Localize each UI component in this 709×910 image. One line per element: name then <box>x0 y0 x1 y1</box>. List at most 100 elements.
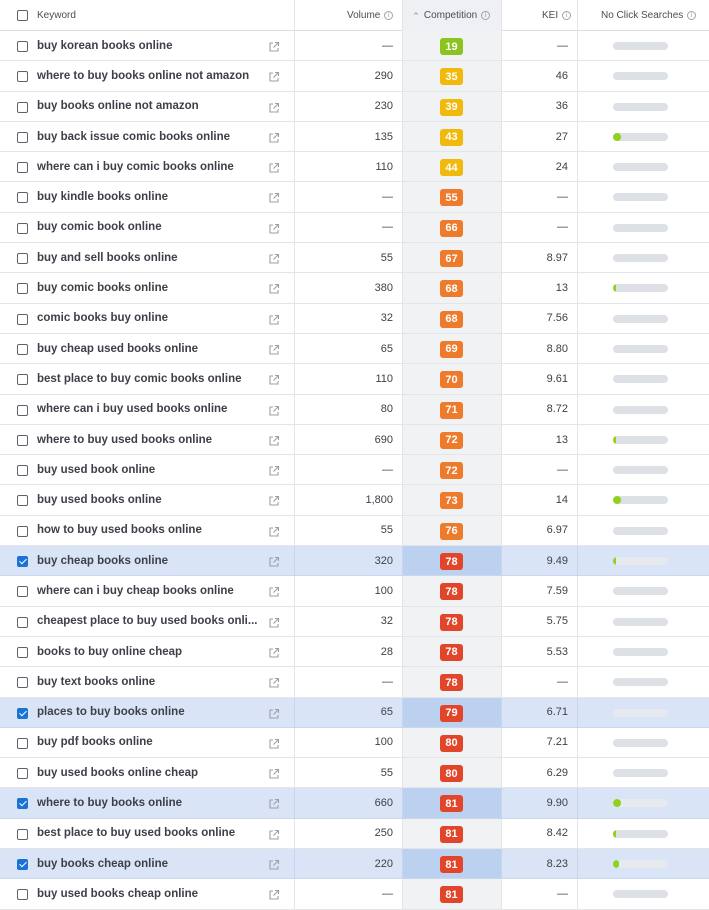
row-checkbox[interactable] <box>17 768 28 780</box>
keyword-text[interactable]: buy used books online cheap <box>37 758 265 787</box>
keyword-text[interactable]: buy text books online <box>37 667 265 696</box>
table-row[interactable]: buy used books online 1,800 73 14 <box>0 485 709 516</box>
keyword-text[interactable]: buy and sell books online <box>37 243 265 272</box>
info-icon[interactable]: i <box>562 11 572 20</box>
keyword-text[interactable]: buy used book online <box>37 455 265 484</box>
keyword-text[interactable]: where can i buy comic books online <box>37 152 265 181</box>
table-row[interactable]: buy text books online — 78 — <box>0 667 709 698</box>
keyword-text[interactable]: buy books cheap online <box>37 849 265 878</box>
external-link-icon[interactable] <box>268 464 280 476</box>
row-checkbox[interactable] <box>17 313 28 325</box>
keyword-text[interactable]: cheapest place to buy used books onli... <box>37 607 265 636</box>
select-all-checkbox[interactable] <box>17 10 28 21</box>
row-checkbox[interactable] <box>17 162 28 174</box>
external-link-icon[interactable] <box>268 676 280 688</box>
row-checkbox[interactable] <box>17 41 28 52</box>
external-link-icon[interactable] <box>268 494 280 507</box>
keyword-text[interactable]: buy kindle books online <box>37 182 265 211</box>
external-link-icon[interactable] <box>268 434 280 446</box>
info-icon[interactable]: i <box>481 11 491 20</box>
keyword-text[interactable]: buy books online not amazon <box>37 92 265 121</box>
row-checkbox[interactable] <box>17 434 28 446</box>
keyword-text[interactable]: buy comic books online <box>37 273 265 302</box>
row-checkbox[interactable] <box>17 101 28 113</box>
row-checkbox[interactable] <box>17 859 28 871</box>
external-link-icon[interactable] <box>268 161 280 173</box>
info-icon[interactable]: i <box>687 11 697 20</box>
kei-column-header[interactable]: KEI i <box>542 0 572 31</box>
keyword-text[interactable]: buy cheap books online <box>37 546 265 575</box>
info-icon[interactable]: i <box>384 11 394 20</box>
row-checkbox[interactable] <box>17 616 28 628</box>
keyword-text[interactable]: where to buy books online not amazon <box>37 61 265 90</box>
keyword-text[interactable]: places to buy books online <box>37 698 265 727</box>
table-row[interactable]: buy used books cheap online — 81 — <box>0 879 709 910</box>
keyword-text[interactable]: where can i buy used books online <box>37 395 265 424</box>
external-link-icon[interactable] <box>268 343 280 355</box>
table-row[interactable]: where can i buy cheap books online 100 78 7… <box>0 576 709 607</box>
row-checkbox[interactable] <box>17 646 28 658</box>
row-checkbox[interactable] <box>17 556 28 568</box>
table-row[interactable]: where can i buy comic books online 110 44 2… <box>0 152 709 183</box>
external-link-icon[interactable] <box>268 40 280 52</box>
row-checkbox[interactable] <box>17 889 28 901</box>
table-row[interactable]: how to buy used books online 55 76 6.97 <box>0 515 709 547</box>
table-row[interactable]: buy pdf books online 100 80 7.21 <box>0 727 709 759</box>
keyword-text[interactable]: comic books buy online <box>37 304 265 333</box>
keyword-text[interactable]: buy cheap used books online <box>37 334 265 363</box>
row-checkbox[interactable] <box>17 677 28 689</box>
competition-column-header[interactable]: ^ Competition i <box>413 0 491 31</box>
table-row[interactable]: books to buy online cheap 28 78 5.53 <box>0 636 709 668</box>
table-row[interactable]: where to buy books online not amazon 290 3… <box>0 61 709 92</box>
keyword-column-header[interactable]: Keyword <box>37 0 76 31</box>
external-link-icon[interactable] <box>268 222 280 234</box>
table-row[interactable]: buy korean books online — 19 — <box>0 31 709 62</box>
row-checkbox[interactable] <box>17 828 28 840</box>
row-checkbox[interactable] <box>17 374 28 386</box>
row-checkbox[interactable] <box>17 192 28 204</box>
keyword-text[interactable]: best place to buy used books online <box>37 819 265 848</box>
keyword-text[interactable]: buy used books online <box>37 485 265 514</box>
external-link-icon[interactable] <box>268 404 280 416</box>
row-checkbox[interactable] <box>17 283 28 295</box>
row-checkbox[interactable] <box>17 222 28 234</box>
table-row[interactable]: buy used book online — 72 — <box>0 455 709 486</box>
table-row[interactable]: places to buy books online 65 79 6.71 <box>0 697 709 728</box>
table-row[interactable]: where to buy books online 660 81 9.90 <box>0 788 709 819</box>
keyword-text[interactable]: where can i buy cheap books online <box>37 576 265 605</box>
external-link-icon[interactable] <box>268 131 280 143</box>
table-row[interactable]: buy used books online cheap 55 80 6.29 <box>0 758 709 789</box>
external-link-icon[interactable] <box>268 101 280 113</box>
row-checkbox[interactable] <box>17 131 28 143</box>
table-row[interactable]: buy and sell books online 55 67 8.97 <box>0 243 709 274</box>
table-row[interactable]: best place to buy used books online 250 81… <box>0 818 709 850</box>
table-row[interactable]: buy books online not amazon 230 39 36 <box>0 91 709 122</box>
external-link-icon[interactable] <box>268 313 280 325</box>
volume-column-header[interactable]: Volume i <box>347 0 394 31</box>
keyword-text[interactable]: how to buy used books online <box>37 516 265 545</box>
external-link-icon[interactable] <box>268 737 280 749</box>
external-link-icon[interactable] <box>268 555 280 567</box>
external-link-icon[interactable] <box>268 646 280 658</box>
table-row[interactable]: buy kindle books online — 55 — <box>0 182 709 213</box>
row-checkbox[interactable] <box>17 525 28 537</box>
external-link-icon[interactable] <box>268 70 280 82</box>
table-row[interactable]: cheapest place to buy used books onli...… <box>0 606 709 637</box>
table-row[interactable]: buy cheap used books online 65 69 8.80 <box>0 333 709 365</box>
row-checkbox[interactable] <box>17 343 28 355</box>
table-row[interactable]: buy comic book online — 66 — <box>0 212 709 244</box>
row-checkbox[interactable] <box>17 707 28 719</box>
keyword-text[interactable]: books to buy online cheap <box>37 637 265 666</box>
external-link-icon[interactable] <box>268 373 280 385</box>
keyword-text[interactable]: best place to buy comic books online <box>37 364 265 393</box>
external-link-icon[interactable] <box>268 282 280 294</box>
row-checkbox[interactable] <box>17 253 28 265</box>
row-checkbox[interactable] <box>17 495 28 507</box>
table-row[interactable]: comic books buy online 32 68 7.56 <box>0 303 709 334</box>
table-row[interactable]: buy comic books online 380 68 13 <box>0 273 709 304</box>
external-link-icon[interactable] <box>268 797 280 809</box>
table-row[interactable]: buy books cheap online 220 81 8.23 <box>0 849 709 880</box>
table-row[interactable]: buy cheap books online 320 78 9.49 <box>0 546 709 577</box>
no-click-column-header[interactable]: No Click Searches i <box>601 0 697 31</box>
keyword-text[interactable]: buy back issue comic books online <box>37 122 265 151</box>
